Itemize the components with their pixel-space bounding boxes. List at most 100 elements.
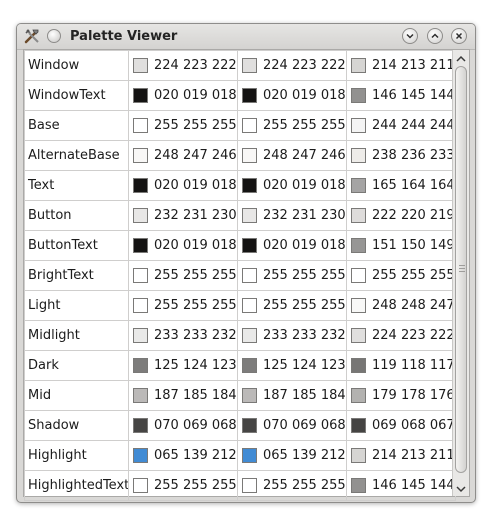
color-cell[interactable]: 248 247 246 (128, 140, 238, 171)
color-cell[interactable]: 255 255 255 (346, 260, 456, 291)
color-role-label[interactable]: Button (24, 200, 129, 231)
color-cell[interactable]: 187 185 184 (237, 380, 347, 411)
color-cell[interactable]: 248 248 247 (346, 290, 456, 321)
scroll-down-arrow-icon[interactable] (453, 481, 469, 495)
palette-row[interactable]: Text 020 019 018 020 019 018 165 164 164 (24, 170, 456, 201)
rgb-value: 214 213 211 (372, 448, 455, 463)
color-role-label[interactable]: Text (24, 170, 129, 201)
color-cell[interactable]: 020 019 018 (237, 230, 347, 261)
color-role-label[interactable]: ButtonText (24, 230, 129, 261)
color-role-label[interactable]: WindowText (24, 80, 129, 111)
color-cell[interactable]: 248 247 246 (237, 140, 347, 171)
color-swatch (351, 178, 366, 193)
scroll-up-arrow-icon[interactable] (453, 51, 469, 65)
color-cell[interactable]: 119 118 117 (346, 350, 456, 381)
color-cell[interactable]: 238 236 233 (346, 140, 456, 171)
color-cell[interactable]: 125 124 123 (128, 350, 238, 381)
color-cell[interactable]: 020 019 018 (128, 80, 238, 111)
color-cell[interactable]: 020 019 018 (128, 170, 238, 201)
tools-icon[interactable] (24, 28, 40, 44)
palette-row[interactable]: Light 255 255 255 255 255 255 248 248 247 (24, 290, 456, 321)
color-cell[interactable]: 255 255 255 (128, 470, 238, 501)
color-cell[interactable]: 020 019 018 (237, 80, 347, 111)
color-cell[interactable]: 222 220 219 (346, 200, 456, 231)
palette-row[interactable]: Base 255 255 255 255 255 255 244 244 244 (24, 110, 456, 141)
color-cell[interactable]: 255 255 255 (128, 290, 238, 321)
color-swatch (351, 88, 366, 103)
color-role-label[interactable]: Shadow (24, 410, 129, 441)
color-cell[interactable]: 179 178 176 (346, 380, 456, 411)
color-cell[interactable]: 224 223 222 (346, 320, 456, 351)
color-cell[interactable]: 125 124 123 (237, 350, 347, 381)
color-role-label[interactable]: AlternateBase (24, 140, 129, 171)
color-cell[interactable]: 244 244 244 (346, 110, 456, 141)
color-cell[interactable]: 233 233 232 (237, 320, 347, 351)
color-cell[interactable]: 255 255 255 (237, 470, 347, 501)
window-menu-icon[interactable] (47, 29, 61, 43)
color-cell[interactable]: 232 231 230 (237, 200, 347, 231)
color-swatch (351, 448, 366, 463)
color-cell[interactable]: 020 019 018 (128, 230, 238, 261)
color-cell[interactable]: 065 139 212 (237, 440, 347, 471)
color-cell[interactable]: 255 255 255 (128, 110, 238, 141)
color-cell[interactable]: 165 164 164 (346, 170, 456, 201)
rgb-value: 255 255 255 (154, 478, 237, 493)
minimize-button[interactable] (402, 28, 418, 44)
color-cell[interactable]: 224 223 222 (128, 50, 238, 81)
color-swatch (133, 418, 148, 433)
color-role-label[interactable]: Light (24, 290, 129, 321)
color-swatch (242, 148, 257, 163)
palette-row[interactable]: WindowText 020 019 018 020 019 018 146 145 … (24, 80, 456, 111)
palette-row[interactable]: Mid 187 185 184 187 185 184 179 178 176 (24, 380, 456, 411)
color-cell[interactable]: 224 223 222 (237, 50, 347, 81)
rgb-value: 065 139 212 (154, 448, 237, 463)
color-cell[interactable]: 146 145 144 (346, 80, 456, 111)
palette-row[interactable]: Button 232 231 230 232 231 230 222 220 219 (24, 200, 456, 231)
color-cell[interactable]: 255 255 255 (237, 260, 347, 291)
color-role-label[interactable]: HighlightedText (24, 470, 129, 501)
color-cell[interactable]: 232 231 230 (128, 200, 238, 231)
color-cell[interactable]: 146 145 144 (346, 470, 456, 501)
palette-row[interactable]: Dark 125 124 123 125 124 123 119 118 117 (24, 350, 456, 381)
color-role-label[interactable]: Base (24, 110, 129, 141)
palette-row[interactable]: Window 224 223 222 224 223 222 214 213 211 (24, 50, 456, 81)
close-button[interactable] (451, 28, 467, 44)
color-cell[interactable]: 255 255 255 (237, 110, 347, 141)
color-role-label[interactable]: Highlight (24, 440, 129, 471)
palette-row[interactable]: BrightText 255 255 255 255 255 255 255 255 … (24, 260, 456, 291)
palette-row[interactable]: Shadow 070 069 068 070 069 068 069 068 067 (24, 410, 456, 441)
color-swatch (351, 118, 366, 133)
palette-row[interactable]: ButtonText 020 019 018 020 019 018 151 150 … (24, 230, 456, 261)
color-cell[interactable]: 214 213 211 (346, 440, 456, 471)
palette-row[interactable]: Highlight 065 139 212 065 139 212 214 213 2… (24, 440, 456, 471)
rgb-value: 255 255 255 (263, 298, 346, 313)
scrollbar-thumb[interactable] (455, 66, 467, 473)
palette-row[interactable]: AlternateBase 248 247 246 248 247 246 238 2… (24, 140, 456, 171)
color-cell[interactable]: 065 139 212 (128, 440, 238, 471)
color-role-label[interactable]: Midlight (24, 320, 129, 351)
color-role-label[interactable]: Dark (24, 350, 129, 381)
color-cell[interactable]: 069 068 067 (346, 410, 456, 441)
vertical-scrollbar[interactable] (452, 50, 469, 496)
color-cell[interactable]: 214 213 211 (346, 50, 456, 81)
color-cell[interactable]: 070 069 068 (237, 410, 347, 441)
rgb-value: 248 248 247 (372, 298, 455, 313)
title-bar[interactable]: Palette Viewer (17, 24, 475, 50)
color-cell[interactable]: 187 185 184 (128, 380, 238, 411)
color-cell[interactable]: 233 233 232 (128, 320, 238, 351)
color-swatch (133, 268, 148, 283)
palette-row[interactable]: HighlightedText 255 255 255 255 255 255 146… (24, 470, 456, 501)
palette-table: Window 224 223 222 224 223 222 214 213 211 W… (24, 50, 456, 501)
color-role-label[interactable]: Mid (24, 380, 129, 411)
color-cell[interactable]: 151 150 149 (346, 230, 456, 261)
color-swatch (133, 58, 148, 73)
color-cell[interactable]: 070 069 068 (128, 410, 238, 441)
color-role-label[interactable]: BrightText (24, 260, 129, 291)
maximize-button[interactable] (427, 28, 443, 44)
color-cell[interactable]: 255 255 255 (237, 290, 347, 321)
color-role-label[interactable]: Window (24, 50, 129, 81)
palette-row[interactable]: Midlight 233 233 232 233 233 232 224 223 22… (24, 320, 456, 351)
color-cell[interactable]: 020 019 018 (237, 170, 347, 201)
rgb-value: 255 255 255 (154, 298, 237, 313)
color-cell[interactable]: 255 255 255 (128, 260, 238, 291)
